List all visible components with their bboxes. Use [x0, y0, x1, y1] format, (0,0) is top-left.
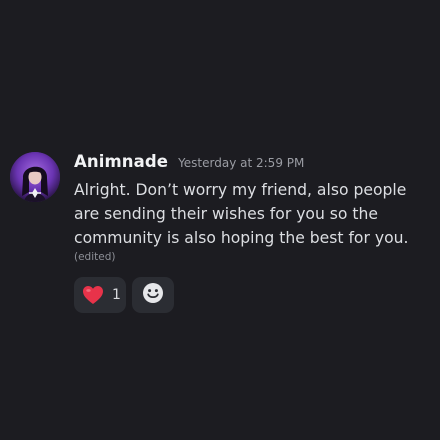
edited-label: (edited) [74, 251, 116, 263]
username[interactable]: Animnade [74, 152, 168, 171]
message-line: Alright. Don’t worry my friend, also peo… [74, 181, 407, 199]
heart-icon [82, 285, 104, 305]
timestamp: Yesterday at 2:59 PM [178, 156, 305, 170]
message-header: Animnade Yesterday at 2:59 PM [74, 152, 304, 171]
reaction-count: 1 [112, 287, 121, 303]
add-reaction-button[interactable] [132, 277, 174, 313]
avatar[interactable] [10, 152, 60, 202]
reaction-bar: 1 [74, 277, 174, 313]
user-avatar-icon [10, 152, 60, 202]
message-line: are sending their wishes for you so the [74, 205, 379, 223]
heart-reaction-button[interactable]: 1 [74, 277, 126, 313]
add-reaction-icon [142, 282, 164, 308]
message-content: Alright. Don’t worry my friend, also peo… [74, 178, 436, 250]
message-line: community is also hoping the best for yo… [74, 229, 409, 247]
